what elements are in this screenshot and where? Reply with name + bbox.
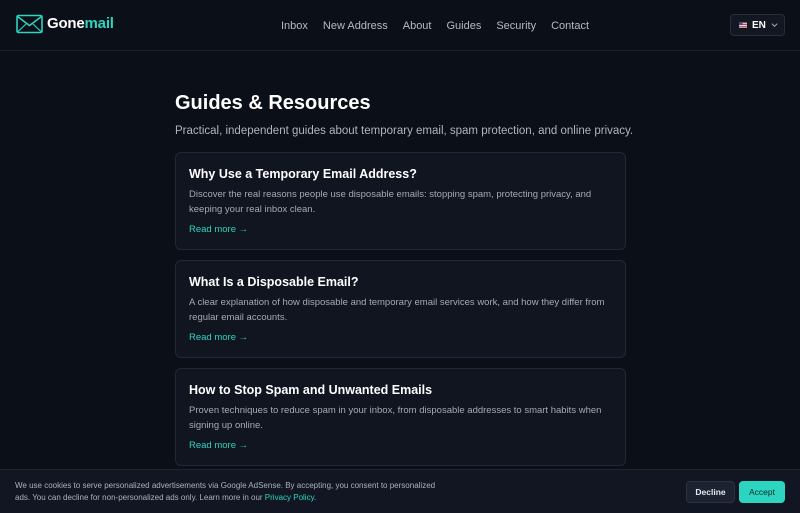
cookie-consent-text: We use cookies to serve personalized adv… <box>15 480 445 504</box>
guide-list: Why Use a Temporary Email Address? Disco… <box>175 152 626 466</box>
guide-card-title: Why Use a Temporary Email Address? <box>189 167 417 181</box>
chevron-down-icon <box>771 23 778 28</box>
guide-card-description: Discover the real reasons people use dis… <box>189 189 592 215</box>
cookie-consent-banner: We use cookies to serve personalized adv… <box>0 469 800 513</box>
brand-logo-link[interactable]: Gonemail <box>16 14 114 34</box>
decline-button[interactable]: Decline <box>686 481 735 503</box>
accept-button[interactable]: Accept <box>739 481 785 503</box>
envelope-icon <box>16 14 43 34</box>
nav-link-about[interactable]: About <box>403 19 432 33</box>
privacy-policy-link[interactable]: Privacy Policy <box>265 493 314 502</box>
read-more-link[interactable]: Read more → <box>189 440 248 452</box>
brand-name: Gonemail <box>47 14 114 34</box>
nav-link-new-address[interactable]: New Address <box>323 19 388 33</box>
nav-link-guides[interactable]: Guides <box>446 19 481 33</box>
brand-name-part1: Gone <box>47 15 85 32</box>
language-selector[interactable]: EN <box>730 14 785 36</box>
nav-link-security[interactable]: Security <box>496 19 536 33</box>
us-flag-icon <box>739 22 747 28</box>
site-header: Gonemail Inbox New Address About Guides … <box>0 0 800 51</box>
guide-card[interactable]: What Is a Disposable Email? A clear expl… <box>175 260 626 358</box>
guide-card[interactable]: How to Stop Spam and Unwanted Emails Pro… <box>175 368 626 466</box>
cookie-consent-message: We use cookies to serve personalized adv… <box>15 481 436 502</box>
guide-card[interactable]: Why Use a Temporary Email Address? Disco… <box>175 152 626 250</box>
guide-card-description: Proven techniques to reduce spam in your… <box>189 405 602 431</box>
guide-card-title: What Is a Disposable Email? <box>189 275 359 289</box>
read-more-link[interactable]: Read more → <box>189 332 248 344</box>
nav-link-contact[interactable]: Contact <box>551 19 589 33</box>
cookie-consent-period: . <box>314 493 317 502</box>
read-more-link[interactable]: Read more → <box>189 224 248 236</box>
main-nav: Inbox New Address About Guides Security … <box>281 0 589 51</box>
main-content: Guides & Resources Practical, independen… <box>175 92 634 476</box>
page-subtitle: Practical, independent guides about temp… <box>175 125 634 137</box>
language-code: EN <box>751 19 766 31</box>
guide-card-description: A clear explanation of how disposable an… <box>189 297 605 323</box>
guide-card-title: How to Stop Spam and Unwanted Emails <box>189 383 433 397</box>
page-title: Guides & Resources <box>175 92 371 114</box>
nav-link-inbox[interactable]: Inbox <box>281 19 308 33</box>
brand-name-part2: mail <box>84 15 114 32</box>
